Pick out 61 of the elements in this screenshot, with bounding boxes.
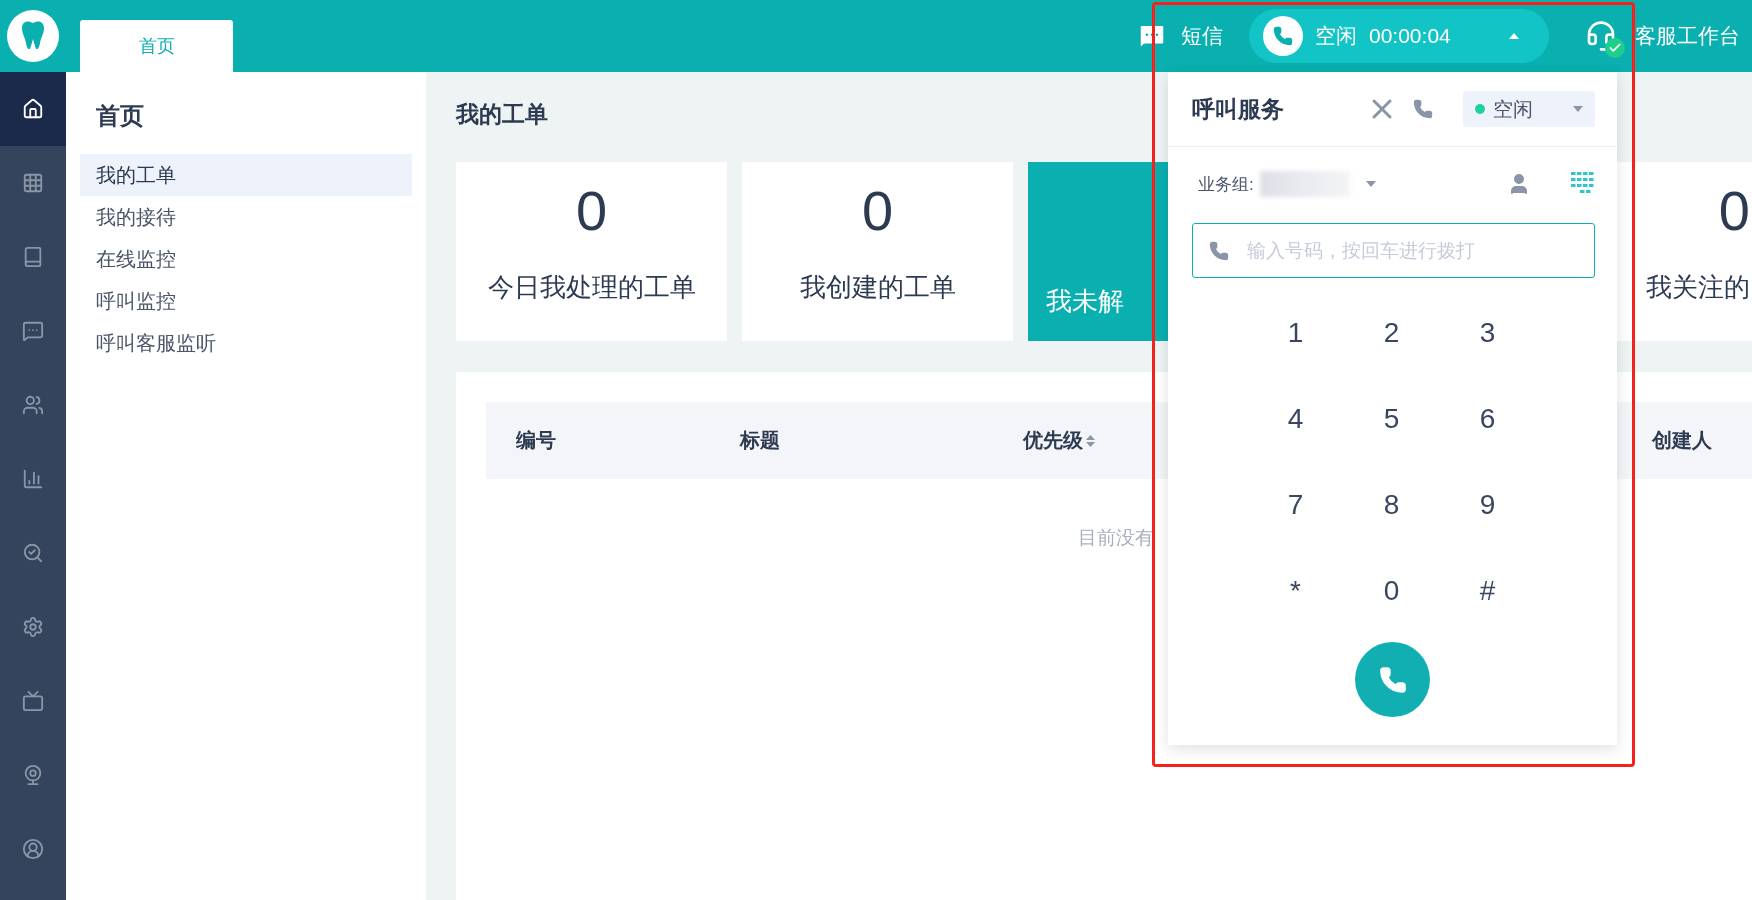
grid-icon <box>22 172 44 194</box>
home-icon <box>22 98 44 120</box>
caret-icon <box>1573 106 1583 112</box>
stat-count: 0 <box>575 178 608 244</box>
user-avatar-icon <box>22 838 44 860</box>
call-timer: 00:00:04 <box>1369 24 1451 48</box>
tooth-logo-icon <box>7 10 59 62</box>
dial-key[interactable]: 1 <box>1247 290 1344 376</box>
nav-item[interactable]: 呼叫监控 <box>80 280 412 322</box>
dial-key[interactable]: 4 <box>1247 376 1344 462</box>
dial-key[interactable]: # <box>1439 548 1536 634</box>
stat-label: 我创建的工单 <box>799 272 956 302</box>
settings-icon <box>22 616 44 638</box>
nav-item[interactable]: 呼叫客服监听 <box>80 322 412 364</box>
stat-card[interactable]: 0 今日我处理的工单 <box>456 162 727 341</box>
section-title: 我的工单 <box>456 100 548 128</box>
panel-title: 呼叫服务 <box>1192 94 1284 124</box>
dial-key[interactable]: 7 <box>1247 462 1344 548</box>
phone-number-field[interactable]: 输入号码，按回车进行拨打 <box>1192 223 1595 278</box>
bar-chart-icon <box>22 468 44 490</box>
status-select[interactable]: 空闲 <box>1463 91 1595 127</box>
call-state: 空闲 <box>1315 23 1357 49</box>
webcam-icon <box>22 764 44 786</box>
phone-icon <box>1263 16 1303 56</box>
stat-label: 我关注的 <box>1646 272 1750 302</box>
users-icon <box>22 394 44 416</box>
caret-icon <box>1365 181 1376 187</box>
column-header: 标题 <box>740 428 780 453</box>
stat-count: 0 <box>861 178 894 244</box>
group-label: 业务组: <box>1198 173 1254 196</box>
phone-icon <box>1209 240 1229 261</box>
empty-message: 目前没有 <box>1078 527 1154 548</box>
phone-number-input[interactable]: 输入号码，按回车进行拨打 <box>1245 224 1594 277</box>
keypad-icon[interactable] <box>1571 172 1595 196</box>
phone-icon <box>1378 665 1407 694</box>
column-header: 编号 <box>516 428 556 453</box>
book-icon <box>22 246 44 268</box>
nav-item[interactable]: 我的接待 <box>80 196 412 238</box>
phone-icon[interactable] <box>1413 99 1433 119</box>
dial-key[interactable]: 9 <box>1439 462 1536 548</box>
sort-icon <box>1086 433 1095 448</box>
nav-item[interactable]: 在线监控 <box>80 238 412 280</box>
caret-icon <box>1509 33 1519 39</box>
stat-count: 0 <box>1718 178 1750 244</box>
dial-key[interactable]: * <box>1247 548 1344 634</box>
dial-key[interactable]: 6 <box>1439 376 1536 462</box>
nav-title: 首页 <box>95 101 145 131</box>
stat-label: 我未解 <box>1046 286 1124 316</box>
column-header: 创建人 <box>1652 428 1712 453</box>
search-check-icon <box>22 542 44 564</box>
dial-key[interactable]: 5 <box>1343 376 1440 462</box>
stat-card[interactable]: 0 我创建的工单 <box>742 162 1013 341</box>
column-header[interactable]: 优先级 <box>1023 427 1095 454</box>
dial-key[interactable]: 8 <box>1343 462 1440 548</box>
dial-key[interactable]: 2 <box>1343 290 1440 376</box>
nav-item[interactable]: 我的工单 <box>80 154 412 196</box>
dial-key[interactable]: 0 <box>1343 548 1440 634</box>
dial-key[interactable]: 3 <box>1439 290 1536 376</box>
stat-label: 今日我处理的工单 <box>487 272 696 302</box>
chat-icon <box>22 320 44 342</box>
tv-chart-icon <box>22 690 44 712</box>
